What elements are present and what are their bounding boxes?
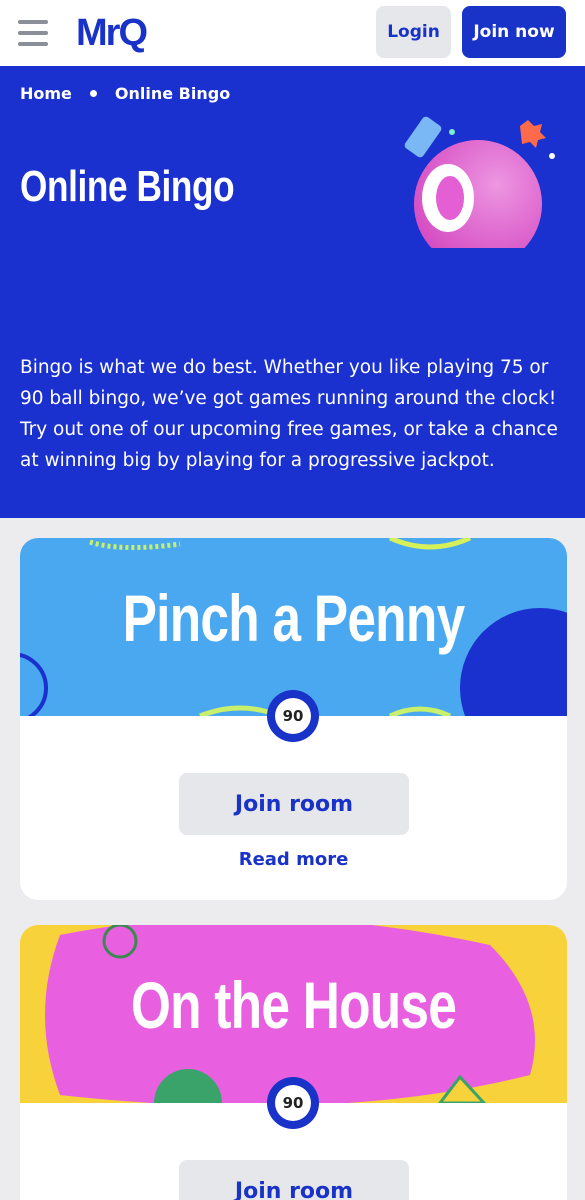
hero-section: Home Online Bingo Online Bingo Bingo is …	[0, 66, 585, 518]
top-bar: MrQ Login Join now	[0, 0, 585, 66]
menu-icon[interactable]	[18, 20, 48, 46]
game-card: On the House 90 Join room	[20, 925, 567, 1200]
ball-count-badge: 90	[267, 690, 319, 742]
game-title: Pinch a Penny	[122, 581, 466, 655]
breadcrumb-home[interactable]: Home	[20, 84, 72, 103]
login-button[interactable]: Login	[376, 6, 451, 58]
game-card: Pinch a Penny 90 Join room Read more	[20, 538, 567, 900]
breadcrumb-separator	[89, 90, 97, 97]
ball-count-badge: 90	[267, 1077, 319, 1129]
join-now-button[interactable]: Join now	[462, 6, 566, 58]
mrq-logo[interactable]: MrQ	[76, 10, 186, 54]
page-title: Online Bingo	[20, 162, 235, 211]
hero-description: Bingo is what we do best. Whether you li…	[20, 357, 558, 471]
bingo-ball-illustration	[404, 116, 555, 248]
svg-text:MrQ: MrQ	[76, 12, 146, 54]
join-room-button[interactable]: Join room	[179, 773, 409, 835]
game-title: On the House	[130, 968, 457, 1042]
join-room-button[interactable]: Join room	[179, 1160, 409, 1200]
read-more-link[interactable]: Read more	[20, 849, 567, 870]
breadcrumb-current: Online Bingo	[114, 84, 231, 103]
breadcrumb: Home Online Bingo	[20, 84, 230, 103]
